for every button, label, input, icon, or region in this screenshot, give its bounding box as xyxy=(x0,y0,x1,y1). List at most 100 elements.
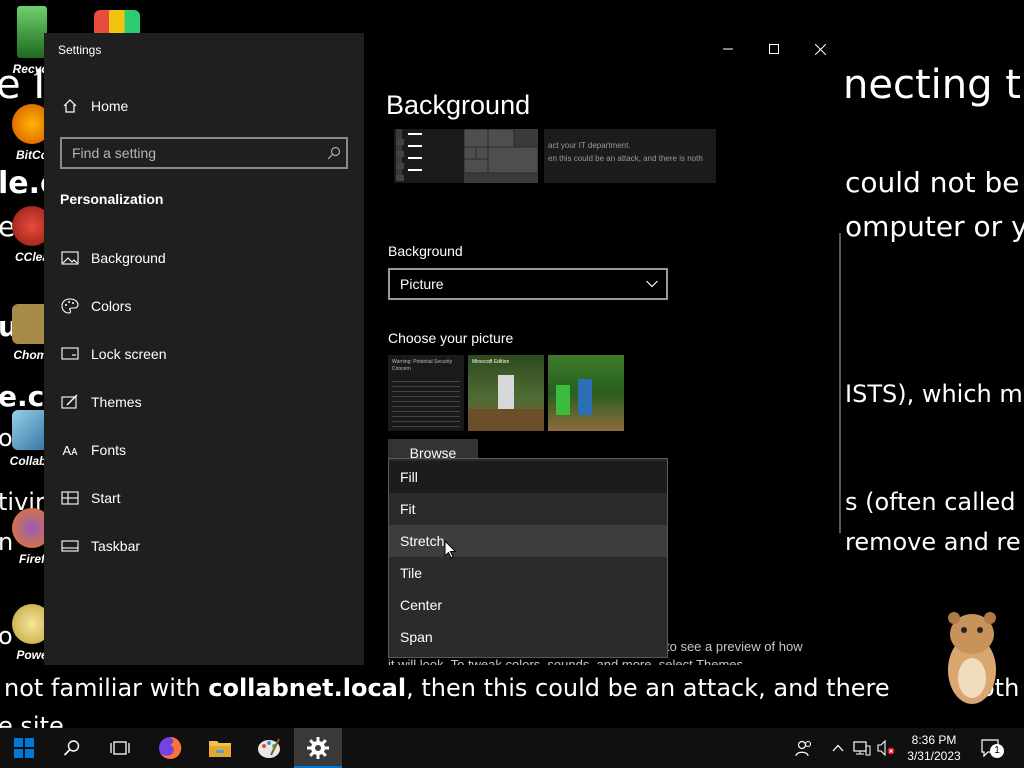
sidebar-item-label: Lock screen xyxy=(91,346,167,362)
picture-thumbnail-2[interactable]: Minecraft Edition xyxy=(468,355,544,431)
recycle-bin-icon xyxy=(17,6,47,58)
background-label: Background xyxy=(388,243,463,259)
close-button[interactable] xyxy=(797,33,843,65)
wallpaper-text: necting t xyxy=(843,62,1021,108)
sidebar-item-label: Fonts xyxy=(91,442,127,458)
sidebar-item-background[interactable]: Background xyxy=(60,246,166,270)
windows-logo-icon xyxy=(14,738,34,758)
chevron-down-icon xyxy=(646,280,658,288)
clock-date: 3/31/2023 xyxy=(907,749,961,763)
clock-time: 8:36 PM xyxy=(911,733,957,747)
sidebar-item-start[interactable]: Start xyxy=(60,486,121,510)
brush-icon xyxy=(60,392,80,412)
lock-screen-icon xyxy=(60,344,80,364)
action-center-button[interactable]: 1 xyxy=(976,736,1006,760)
search-icon[interactable] xyxy=(322,146,346,160)
background-type-dropdown[interactable]: Picture xyxy=(388,268,668,300)
maximize-button[interactable] xyxy=(751,33,797,65)
search-input[interactable] xyxy=(62,145,322,161)
volume-muted-icon xyxy=(877,740,895,756)
page-title: Background xyxy=(386,90,531,120)
paint-taskbar-button[interactable] xyxy=(245,728,293,768)
start-icon xyxy=(60,488,80,508)
fonts-icon: Aᴀ xyxy=(62,442,78,458)
show-hidden-icons-button[interactable] xyxy=(830,738,846,758)
preview-text: act your IT department. xyxy=(548,141,631,150)
search-button[interactable] xyxy=(48,728,96,768)
maximize-icon xyxy=(769,44,779,54)
preview-tiles xyxy=(463,128,539,183)
start-button[interactable] xyxy=(0,728,48,768)
chevron-up-icon xyxy=(832,744,844,752)
settings-taskbar-button[interactable] xyxy=(294,728,342,768)
settings-sidebar: Settings Home Personalization Background xyxy=(44,33,364,665)
fit-option-stretch[interactable]: Stretch xyxy=(389,525,667,557)
wallpaper-text: omputer or y xyxy=(845,210,1024,243)
search-box xyxy=(60,137,348,169)
wallpaper-text: s (often called xyxy=(845,488,1016,516)
dirt-block xyxy=(468,409,544,431)
volume-button[interactable] xyxy=(876,738,896,758)
wallpaper-text: ISTS), which m xyxy=(845,380,1023,408)
sidebar-item-fonts[interactable]: Aᴀ Fonts xyxy=(60,438,126,462)
picture-thumbnail-1[interactable]: Warning: Potential Security Concern xyxy=(388,355,464,431)
fit-option-fit[interactable]: Fit xyxy=(389,493,667,525)
notification-count-badge: 1 xyxy=(990,744,1004,758)
wallpaper-text: remove and re xyxy=(845,528,1021,556)
fit-option-center[interactable]: Center xyxy=(389,589,667,621)
home-button[interactable]: Home xyxy=(60,94,128,118)
fit-option-tile[interactable]: Tile xyxy=(389,557,667,589)
background-type-value: Picture xyxy=(400,276,444,292)
choose-fit-dropdown-list[interactable]: Fill Fit Stretch Tile Center Span xyxy=(388,458,668,658)
sidebar-item-label: Start xyxy=(91,490,121,506)
firefox-taskbar-button[interactable] xyxy=(146,728,194,768)
people-icon xyxy=(795,740,812,757)
minimize-button[interactable] xyxy=(705,33,751,65)
network-button[interactable] xyxy=(852,738,872,758)
fit-option-span[interactable]: Span xyxy=(389,621,667,653)
sidebar-item-label: Colors xyxy=(91,298,132,314)
thumbnail-text: Warning: Potential Security Concern xyxy=(392,359,453,372)
gear-icon xyxy=(307,737,329,759)
minimize-icon xyxy=(723,48,733,50)
preview-text: en this could be an attack, and there is… xyxy=(548,154,703,163)
clock[interactable]: 8:36 PM 3/31/2023 xyxy=(898,732,970,764)
sidebar-item-label: Background xyxy=(91,250,166,266)
desktop-icon-label: Firef xyxy=(18,552,45,566)
network-icon xyxy=(853,741,871,756)
window-title: Settings xyxy=(58,43,102,57)
wallpaper-text: not familiar with collabnet.local, then … xyxy=(4,674,890,702)
close-icon xyxy=(814,43,826,55)
task-view-button[interactable] xyxy=(96,728,144,768)
sidebar-item-themes[interactable]: Themes xyxy=(60,390,142,414)
fit-option-fill[interactable]: Fill xyxy=(389,461,667,493)
section-title: Personalization xyxy=(60,191,164,207)
people-button[interactable] xyxy=(794,738,814,758)
taskbar-icon xyxy=(60,536,80,556)
picture-icon xyxy=(60,248,80,268)
picture-thumbnail-3[interactable] xyxy=(548,355,624,431)
desktop-icon-label: Powe xyxy=(16,648,48,662)
file-explorer-button[interactable] xyxy=(196,728,244,768)
sidebar-item-label: Themes xyxy=(91,394,142,410)
preview-window: act your IT department. en this could be… xyxy=(544,129,716,183)
task-view-icon xyxy=(110,741,130,755)
folder-icon xyxy=(209,741,231,757)
wallpaper-text: e site xyxy=(0,712,64,728)
creeper-figure xyxy=(556,385,570,415)
home-icon xyxy=(60,96,80,116)
search-icon xyxy=(63,740,80,756)
mouse-cursor-icon xyxy=(444,540,457,559)
home-label: Home xyxy=(91,98,129,114)
sidebar-item-colors[interactable]: Colors xyxy=(60,294,131,318)
preview-start-menu xyxy=(394,129,466,183)
paint-palette-icon xyxy=(258,738,280,758)
scrollbar[interactable] xyxy=(839,233,841,533)
sidebar-item-label: Taskbar xyxy=(91,538,141,554)
sidebar-item-taskbar[interactable]: Taskbar xyxy=(60,534,140,558)
steve-figure xyxy=(578,379,592,415)
choose-picture-label: Choose your picture xyxy=(388,330,514,346)
sidebar-item-lock-screen[interactable]: Lock screen xyxy=(60,342,166,366)
taskbar: 8:36 PM 3/31/2023 1 xyxy=(0,728,1024,768)
wallpaper-text: could not be xyxy=(845,166,1020,199)
